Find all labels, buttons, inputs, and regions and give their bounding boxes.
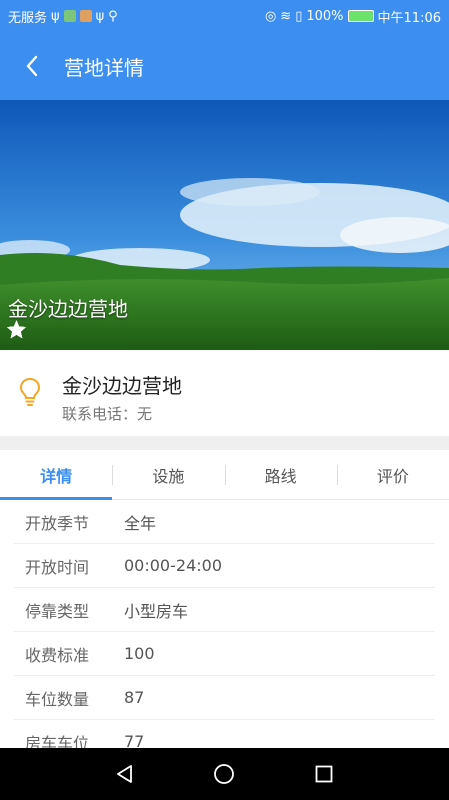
detail-value: 00:00-24:00 bbox=[124, 556, 222, 575]
detail-value: 全年 bbox=[124, 513, 157, 533]
tab-facilities[interactable]: 设施 bbox=[112, 450, 224, 499]
hero-banner: 金沙边边营地 bbox=[0, 100, 449, 350]
clock: 中午11:06 bbox=[377, 10, 441, 26]
detail-row: 停靠类型 小型房车 bbox=[14, 588, 435, 632]
detail-label: 车位数量 bbox=[25, 689, 90, 709]
app-notification-icon-2 bbox=[79, 10, 92, 22]
detail-value: 77 bbox=[124, 732, 145, 748]
wifi-icon: ≋ bbox=[280, 8, 292, 24]
app-bar: 营地详情 bbox=[0, 32, 449, 100]
detail-label: 开放季节 bbox=[25, 513, 90, 533]
nav-home-button[interactable] bbox=[199, 748, 249, 800]
camp-info-card: 金沙边边营地 联系电话：无 bbox=[0, 350, 449, 436]
wrench-icon: ⚲ bbox=[108, 8, 118, 24]
details-list: 开放季节 全年 开放时间 00:00-24:00 停靠类型 小型房车 收费标准 … bbox=[0, 500, 449, 748]
chevron-left-icon bbox=[26, 55, 38, 77]
hero-camp-name: 金沙边边营地 bbox=[8, 297, 128, 321]
nav-recents-button[interactable] bbox=[299, 748, 349, 800]
status-right: ◎ ≋ ▯ 100% 中午11:06 bbox=[265, 7, 441, 26]
square-recents-icon bbox=[315, 765, 333, 783]
detail-label: 收费标准 bbox=[25, 645, 90, 665]
detail-row: 开放时间 00:00-24:00 bbox=[14, 544, 435, 588]
location-icon: ◎ bbox=[264, 8, 277, 24]
detail-tabs: 详情 设施 路线 评价 bbox=[0, 450, 449, 500]
tab-details[interactable]: 详情 bbox=[0, 450, 113, 500]
detail-label: 开放时间 bbox=[25, 557, 90, 577]
tab-route[interactable]: 路线 bbox=[224, 450, 337, 499]
usb-icon: ψ bbox=[51, 8, 60, 24]
app-notification-icon bbox=[63, 10, 76, 22]
detail-row: 开放季节 全年 bbox=[14, 500, 435, 544]
sim-icon: ▯ bbox=[295, 8, 303, 24]
triangle-back-icon bbox=[116, 765, 132, 783]
star-icon bbox=[7, 320, 26, 339]
status-left: 无服务 ψ ψ ⚲ bbox=[8, 7, 118, 26]
camp-phone: 联系电话：无 bbox=[62, 405, 153, 423]
back-button[interactable] bbox=[0, 32, 64, 100]
detail-value: 100 bbox=[124, 644, 155, 663]
nav-back-button[interactable] bbox=[100, 748, 150, 800]
status-bar: 无服务 ψ ψ ⚲ ◎ ≋ ▯ 100% 中午11:06 bbox=[0, 0, 449, 32]
circle-home-icon bbox=[214, 764, 235, 784]
detail-value: 87 bbox=[124, 688, 145, 707]
detail-row: 收费标准 100 bbox=[14, 632, 435, 676]
detail-row: 车位数量 87 bbox=[14, 676, 435, 720]
detail-row: 房车车位 77 bbox=[14, 720, 435, 748]
usb-icon-2: ψ bbox=[95, 8, 105, 24]
page-title: 营地详情 bbox=[64, 55, 144, 80]
system-nav-bar bbox=[0, 748, 449, 800]
tab-reviews[interactable]: 评价 bbox=[336, 450, 449, 499]
battery-icon bbox=[347, 10, 374, 22]
camp-name: 金沙边边营地 bbox=[62, 374, 182, 398]
lightbulb-icon bbox=[19, 377, 41, 406]
carrier-text: 无服务 bbox=[8, 10, 48, 26]
battery-percent: 100% bbox=[306, 8, 344, 24]
detail-label: 房车车位 bbox=[25, 733, 90, 749]
detail-value: 小型房车 bbox=[124, 601, 189, 621]
detail-label: 停靠类型 bbox=[25, 601, 90, 621]
